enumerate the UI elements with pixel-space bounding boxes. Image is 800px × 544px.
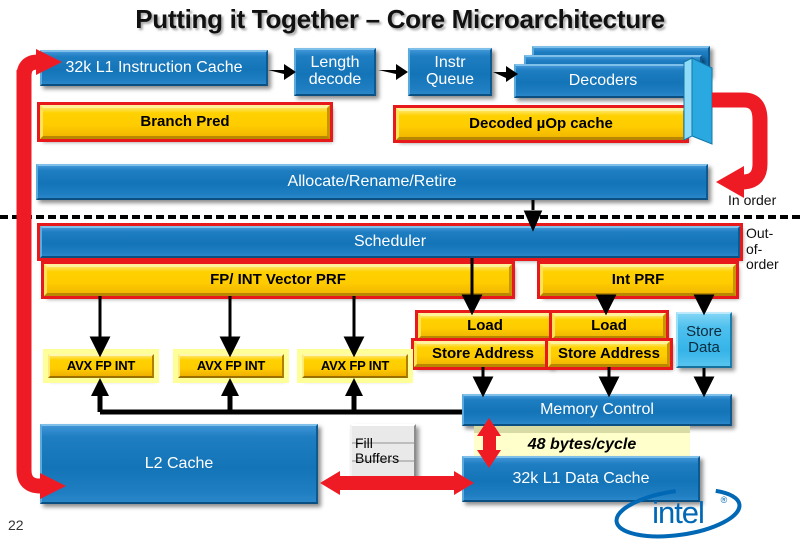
l1-instruction-cache-box[interactable]: 32k L1 Instruction Cache [40,50,268,86]
execution-unit-1[interactable]: AVX FP INT [178,354,284,378]
l1-instruction-cache-label: 32k L1 Instruction Cache [65,58,243,76]
memory-control-box[interactable]: Memory Control [462,394,732,426]
prf-to-execution-arrows [89,296,365,358]
branch-pred-box[interactable]: Branch Pred [37,102,333,142]
l2-cache-label: L2 Cache [144,454,214,472]
scheduler-box[interactable]: Scheduler [37,223,743,261]
store-address-port-0[interactable]: Store Address [411,338,555,370]
execution-unit-0[interactable]: AVX FP INT [48,354,154,378]
int-prf-box[interactable]: Int PRF [537,261,739,299]
execution-unit-1-label: AVX FP INT [196,358,266,374]
instr-queue-box[interactable]: Instr Queue [408,48,492,96]
store-data-label-line1: Store [686,323,722,341]
load-port-1-label: Load [591,317,627,335]
intel-logo: intel ® [614,487,742,539]
decoders-label: Decoders [568,71,638,89]
fill-buffers-label-line2: Buffers [355,450,400,466]
slide-canvas: Putting it Together – Core Microarchitec… [0,0,800,544]
allocate-rename-retire-box[interactable]: Allocate/Rename/Retire [36,164,708,200]
intel-logo-wordmark: intel [652,495,704,530]
allocate-to-scheduler-arrow [523,200,543,232]
store-address-port-1-label: Store Address [558,345,660,363]
allocate-rename-retire-label: Allocate/Rename/Retire [287,172,457,190]
arrow-icache-to-lengthdecode [268,64,296,80]
execution-unit-2[interactable]: AVX FP INT [302,354,408,378]
int-prf-label: Int PRF [611,271,665,289]
store-address-port-1[interactable]: Store Address [545,338,673,370]
execution-unit-2-label: AVX FP INT [320,358,390,374]
fp-int-vector-prf-box[interactable]: FP/ INT Vector PRF [41,261,515,299]
arrow-lengthdecode-to-instrqueue [378,64,408,80]
store-data-label-line2: Data [688,339,720,356]
length-decode-box[interactable]: Length decode [294,48,376,96]
load-port-1[interactable]: Load [549,310,669,342]
writeback-bus-arrowheads [91,378,363,396]
in-order-label: In order [728,192,777,208]
bandwidth-callout-label: 48 bytes/cycle [527,435,637,453]
execution-unit-0-label: AVX FP INT [66,358,136,374]
l1-data-cache-label: 32k L1 Data Cache [512,469,650,487]
store-address-port-0-label: Store Address [432,345,534,363]
decoders-plate-front[interactable]: Decoders [514,64,692,98]
ports-to-memory-control-arrows [472,367,715,398]
branch-pred-label: Branch Pred [140,113,230,131]
load-port-0[interactable]: Load [415,310,555,342]
uop-cache-box[interactable]: Decoded µOp cache [393,105,689,143]
out-of-order-label: Out- of- order [746,225,779,273]
l2-cache-box[interactable]: L2 Cache [40,424,318,504]
fill-buffers-box[interactable]: Fill Buffers [350,424,416,478]
instr-queue-label: Instr Queue [425,54,475,88]
fp-int-vector-prf-label: FP/ INT Vector PRF [210,271,346,289]
page-number: 22 [8,517,24,533]
intel-logo-trademark: ® [721,495,728,505]
length-decode-label: Length decode [308,54,362,88]
page-title: Putting it Together – Core Microarchitec… [135,4,665,34]
decoders-stack[interactable]: Decoders [514,46,714,102]
fill-buffers-label-line1: Fill [355,435,373,452]
bandwidth-callout: 48 bytes/cycle [474,426,690,456]
uop-feedback-red-arrow [712,92,768,190]
load-port-0-label: Load [467,317,503,335]
in-order-out-of-order-divider [0,215,800,219]
scheduler-label: Scheduler [353,232,427,250]
memory-control-label: Memory Control [540,400,654,418]
uop-cache-label: Decoded µOp cache [469,115,613,133]
writeback-bus [97,392,462,415]
store-data-box[interactable]: Store Data [676,312,732,368]
